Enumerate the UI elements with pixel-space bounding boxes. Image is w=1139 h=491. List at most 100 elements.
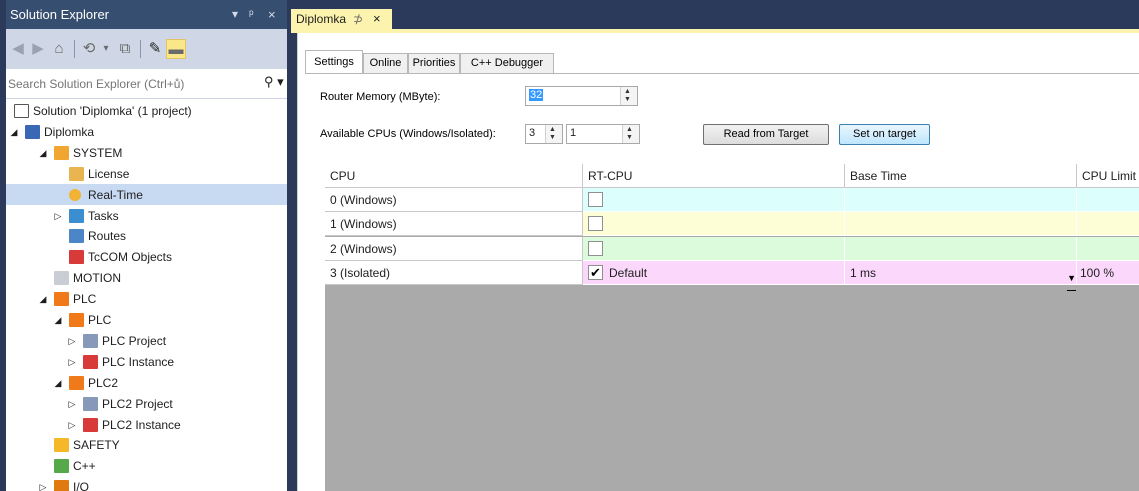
rt-cpu-cell[interactable] [583, 212, 845, 237]
expand-arrow-icon[interactable]: ▷ [67, 415, 77, 435]
tree-item[interactable]: ◢ PLC2 [6, 373, 287, 393]
cpu-limit-cell[interactable] [1077, 188, 1139, 212]
tree-item[interactable]: ▷ PLC2 Instance [6, 415, 287, 435]
tree-item[interactable]: License [6, 164, 287, 184]
cpu-row-header[interactable]: 2 (Windows) [325, 236, 583, 261]
tab-priorities-label: Priorities [412, 57, 456, 69]
close-tab-icon[interactable]: × [373, 9, 381, 29]
rt-cpu-checkbox[interactable] [588, 240, 603, 256]
collapse-arrow-icon[interactable]: ◢ [53, 373, 63, 393]
tree-item[interactable]: SAFETY [6, 435, 287, 455]
expand-arrow-icon[interactable]: ▷ [67, 331, 77, 351]
column-header-cpu-limit[interactable]: CPU Limit [1077, 164, 1139, 188]
chevron-down-icon[interactable]: ▾ [101, 39, 111, 59]
rt-cpu-checkbox[interactable] [588, 216, 603, 232]
tree-item[interactable]: ◢ SYSTEM [6, 143, 287, 163]
tree-item[interactable]: MOTION [6, 268, 287, 288]
tree-item-label: Solution 'Diplomka' (1 project) [33, 104, 192, 118]
tree-item-label: C++ [73, 459, 96, 474]
tree-item[interactable]: ◢ PLC [6, 310, 287, 330]
router-memory-spin-buttons[interactable]: ▲ ▼ [620, 87, 637, 105]
close-icon[interactable]: × [268, 0, 276, 29]
base-time-cell[interactable] [845, 236, 1077, 261]
home-icon[interactable]: ⌂ [50, 39, 68, 59]
history-icon[interactable]: ⟲ [80, 39, 98, 59]
rt-cpu-cell[interactable] [583, 236, 845, 261]
realtime-icon [69, 188, 81, 201]
rt-cpu-checkbox[interactable]: ✔ [588, 264, 603, 280]
column-header-rt-cpu[interactable]: RT-CPU [583, 164, 845, 188]
rt-cpu-checkbox[interactable] [588, 192, 603, 207]
tree-item-label: PLC Instance [102, 354, 175, 369]
cpu-row-header[interactable]: 1 (Windows) [325, 212, 583, 237]
io-icon [54, 480, 69, 491]
tree-item[interactable]: ▷ PLC2 Project [6, 394, 287, 414]
cpu-limit-cell[interactable] [1077, 212, 1139, 237]
tree-item[interactable]: TcCOM Objects [6, 247, 287, 267]
window-position-dropdown-icon[interactable]: ▾ [232, 0, 238, 29]
tab-online[interactable]: Online [363, 53, 408, 74]
windows-cpus-spinner[interactable]: 3 ▲ ▼ [525, 124, 563, 144]
isolated-cpus-spinner[interactable]: 1 ▲ ▼ [566, 124, 640, 144]
pin-icon[interactable]: ⊅ [353, 9, 363, 29]
tree-item[interactable]: ▷ PLC Project [6, 331, 287, 351]
collapse-arrow-icon[interactable]: ◢ [9, 122, 19, 142]
back-icon[interactable]: ◀ [10, 39, 26, 59]
read-from-target-button[interactable]: Read from Target [703, 124, 829, 145]
rt-cpu-cell[interactable] [583, 188, 845, 212]
cpu-row-header[interactable]: 3 (Isolated) [325, 260, 583, 285]
chevron-down-icon[interactable]: ▼ [1067, 266, 1076, 291]
tab-settings[interactable]: Settings [305, 50, 363, 74]
tab-cpp-debugger[interactable]: C++ Debugger [460, 53, 554, 74]
realtime-settings-editor: Settings Online Priorities C++ Debugger … [297, 33, 1139, 491]
search-input[interactable] [8, 75, 258, 93]
tree-item[interactable]: ◢ Diplomka [6, 122, 287, 142]
tree-item[interactable]: C++ [6, 456, 287, 476]
cpu-limit-cell[interactable] [1077, 236, 1139, 261]
tree-item[interactable]: ▷ I/O [6, 477, 287, 491]
forward-icon[interactable]: ▶ [30, 39, 46, 59]
tree-item[interactable]: Routes [6, 226, 287, 246]
router-memory-spinner[interactable]: 32 ▲ ▼ [525, 86, 638, 106]
tree-item[interactable]: ▷ Tasks [6, 206, 287, 226]
rt-cpu-cell[interactable]: ✔ Default [583, 260, 845, 285]
sync-icon[interactable]: ⧉ [116, 39, 134, 59]
tree-item[interactable]: Real-Time [6, 185, 287, 205]
expand-arrow-icon[interactable]: ▷ [53, 206, 63, 226]
base-time-cell[interactable] [845, 188, 1077, 212]
solution-explorer-title: Solution Explorer [10, 7, 109, 22]
tab-strip-border [305, 73, 1139, 74]
tree-item-label: MOTION [73, 271, 121, 286]
document-pane: Diplomka ⊅ × Settings Online Priorities … [290, 0, 1139, 491]
base-time-cell[interactable]: 1 ms ▼ [845, 260, 1077, 291]
project-icon [25, 124, 40, 139]
properties-icon[interactable]: ✎ [146, 39, 164, 59]
windows-cpus-spin-buttons[interactable]: ▲ ▼ [545, 125, 562, 143]
expand-arrow-icon[interactable]: ▷ [38, 477, 48, 491]
preview-icon[interactable]: ▬ [166, 39, 186, 59]
tree-item[interactable]: Solution 'Diplomka' (1 project) [6, 101, 287, 121]
cpu-row-header[interactable]: 0 (Windows) [325, 188, 583, 212]
cpu-limit-cell[interactable]: 100 % [1077, 260, 1139, 285]
expand-arrow-icon[interactable]: ▷ [67, 394, 77, 414]
set-on-target-button[interactable]: Set on target [839, 124, 930, 145]
collapse-arrow-icon[interactable]: ◢ [53, 310, 63, 330]
license-icon [69, 166, 84, 181]
auto-hide-pin-icon[interactable]: ᵖ [249, 0, 254, 29]
collapse-arrow-icon[interactable]: ◢ [38, 289, 48, 309]
expand-arrow-icon[interactable]: ▷ [67, 352, 77, 372]
column-header-base-time[interactable]: Base Time [845, 164, 1077, 188]
tree-item[interactable]: ◢ PLC [6, 289, 287, 309]
collapse-arrow-icon[interactable]: ◢ [38, 143, 48, 163]
tree-item[interactable]: ▷ PLC Instance [6, 352, 287, 372]
tree-item-label: Diplomka [44, 124, 95, 139]
isolated-cpus-spin-buttons[interactable]: ▲ ▼ [622, 125, 639, 143]
plc-project-icon [83, 396, 98, 411]
base-time-cell[interactable] [845, 212, 1077, 237]
tab-priorities[interactable]: Priorities [408, 53, 460, 74]
search-icon[interactable]: ⚲ ▾ [264, 74, 284, 90]
tree-item-label: PLC [88, 313, 112, 327]
column-header-cpu[interactable]: CPU [325, 164, 583, 188]
document-tab-diplomka[interactable]: Diplomka ⊅ × [291, 9, 392, 29]
tree-item-label: License [88, 166, 130, 181]
